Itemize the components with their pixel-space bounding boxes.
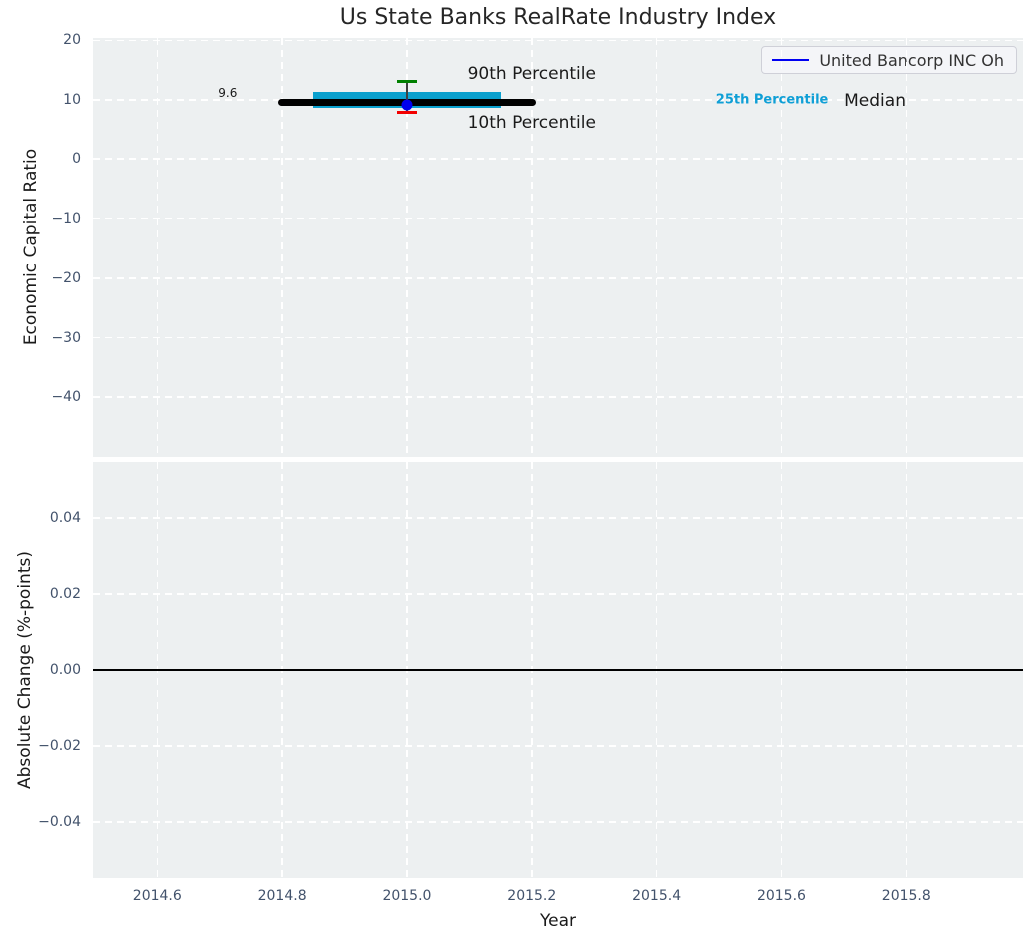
- x-tick-label: 2015.8: [881, 888, 931, 904]
- gridline-y: [93, 39, 1023, 42]
- x-tick-label: 2014.6: [132, 888, 182, 904]
- legend-line-icon: [772, 58, 810, 62]
- gridline-y: [93, 396, 1023, 398]
- annotation-median: Median: [844, 90, 906, 111]
- whisker-cap-90th: [396, 80, 417, 84]
- x-axis-label: Year: [540, 911, 576, 931]
- gridline-y: [93, 821, 1023, 823]
- x-tick-label: 2015.6: [756, 888, 806, 904]
- y-axis-label-bottom: Absolute Change (%-points): [15, 551, 35, 789]
- y-tick-label: 0: [72, 151, 81, 168]
- gridline-x: [156, 38, 159, 457]
- y-tick-label: 0.00: [49, 662, 81, 678]
- y-tick-label: 20: [63, 32, 81, 49]
- gridline-y: [93, 745, 1023, 747]
- y-tick-label: −10: [51, 210, 81, 227]
- y-tick-label: −0.04: [38, 814, 81, 831]
- y-tick-label: −40: [51, 388, 81, 405]
- x-tick-label: 2015.0: [382, 888, 432, 904]
- annotation-9-6: 9.6: [218, 85, 238, 100]
- legend-label: United Bancorp INC Oh: [819, 50, 1004, 70]
- data-point-united-bancorp-inc-oh: [401, 99, 413, 111]
- figure: Us State Banks RealRate Industry Index U…: [0, 0, 1034, 942]
- y-tick-label: −0.02: [38, 738, 81, 755]
- legend: United Bancorp INC Oh: [761, 46, 1017, 74]
- axes-absolute-change: 2014.6 2014.8 2015.0 2015.2 2015.4 2015.6 2015…: [38, 462, 1023, 904]
- gridline-y: [93, 517, 1023, 519]
- y-tick-label: 10: [63, 91, 81, 108]
- gridline-y: [93, 277, 1023, 279]
- annotation-25th-percentile: 25th Percentile: [715, 92, 829, 108]
- y-tick-label: 0.02: [49, 585, 81, 602]
- whisker-cap-10th: [396, 110, 417, 114]
- gridline-y: [93, 593, 1023, 595]
- gridline-y: [93, 217, 1023, 220]
- y-tick-label: −20: [51, 270, 81, 287]
- chart-title: Us State Banks RealRate Industry Index: [339, 5, 777, 30]
- x-tick-label: 2014.8: [257, 888, 307, 904]
- gridline-y: [93, 336, 1023, 339]
- y-axis-label-top: Economic Capital Ratio: [21, 148, 41, 346]
- gridline-y: [93, 158, 1023, 160]
- annotation-10th-percentile: 10th Percentile: [467, 112, 596, 133]
- y-tick-label: −30: [51, 329, 81, 346]
- x-tick-label: 2015.2: [507, 888, 557, 904]
- zero-line: [93, 668, 1023, 672]
- x-tick-label: 2015.4: [632, 888, 682, 904]
- gridline-x: [655, 38, 658, 457]
- y-tick-label: 0.04: [49, 509, 81, 526]
- axes-economic-capital-ratio: United Bancorp INC Oh 20 10 0 −10 −20 −30 −40 9…: [51, 32, 1023, 457]
- annotation-90th-percentile: 90th Percentile: [467, 64, 596, 85]
